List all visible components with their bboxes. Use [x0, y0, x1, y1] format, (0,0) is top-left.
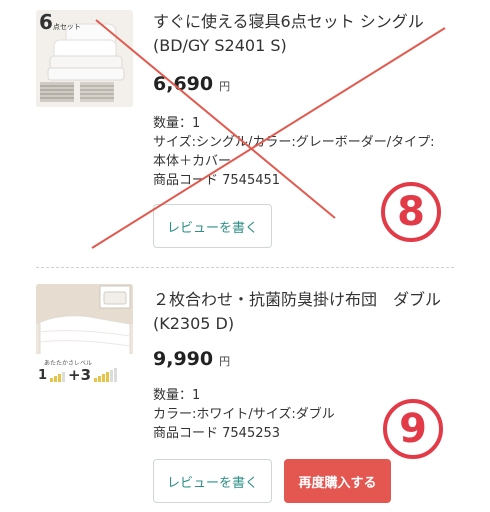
- order-item-1: 6点セット すぐに使える寝具6点セット シングル (BD/GY S2401 S)…: [0, 0, 490, 268]
- attributes-text-continued: 本体＋カバー: [153, 154, 232, 169]
- product-title[interactable]: ２枚合わせ・抗菌防臭掛け布団 ダブル (K2305 D): [153, 288, 473, 336]
- price-row: 9,990 円: [153, 348, 230, 370]
- product-image-comforter[interactable]: あたたかさレベル 1 +3: [36, 284, 133, 384]
- annotation-number-8: 8: [381, 182, 441, 242]
- write-review-button[interactable]: レビューを書く: [153, 204, 272, 248]
- warmth-level-plus: +3: [68, 366, 92, 384]
- product-title[interactable]: すぐに使える寝具6点セット シングル (BD/GY S2401 S): [153, 10, 473, 58]
- attributes-text: サイズ:シングル/カラー:グレーボーダー/タイプ:: [153, 135, 435, 150]
- price-row: 6,690 円: [153, 73, 230, 95]
- buy-again-button[interactable]: 再度購入する: [284, 459, 391, 503]
- set-count-label: 点セット: [52, 23, 81, 31]
- warmth-level-bars-2: [94, 368, 118, 382]
- currency-label: 円: [219, 80, 231, 93]
- quantity-text: 数量：1: [153, 116, 201, 131]
- write-review-button[interactable]: レビューを書く: [153, 459, 272, 503]
- set-count-badge: 6点セット: [39, 12, 81, 37]
- annotation-number-8-glyph: 8: [397, 189, 425, 235]
- price-value: 9,990: [153, 348, 214, 370]
- set-count-number: 6: [39, 10, 53, 34]
- price-value: 6,690: [153, 73, 214, 95]
- annotation-number-9-glyph: 9: [399, 406, 427, 452]
- currency-label: 円: [219, 355, 231, 368]
- annotation-number-9: 9: [383, 399, 443, 459]
- product-details: 数量：1 サイズ:シングル/カラー:グレーボーダー/タイプ: 本体＋カバー 商品…: [153, 114, 463, 190]
- product-image-bedding-set[interactable]: 6点セット: [36, 10, 133, 107]
- order-item-2: あたたかさレベル 1 +3 ２枚合わせ・抗菌防臭掛け布団 ダブル (K2305 …: [0, 268, 490, 512]
- warmth-level-bars: [50, 368, 66, 382]
- warmth-level-indicator: 1 +3: [38, 366, 118, 384]
- warmth-level-base: 1: [38, 367, 48, 383]
